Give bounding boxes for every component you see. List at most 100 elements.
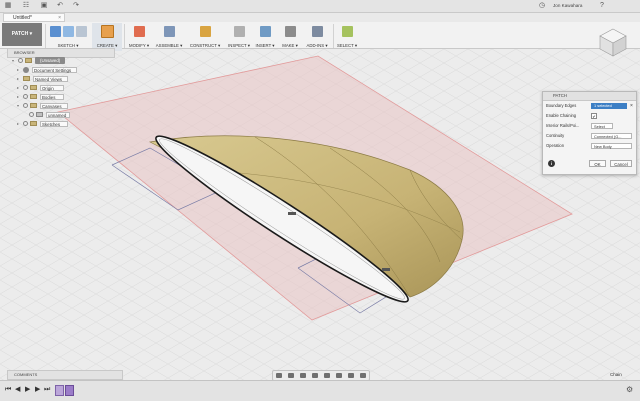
visibility-icon[interactable] <box>23 85 28 91</box>
enable-chaining-label: Enable Chaining <box>546 113 577 118</box>
root-label: (Unsaved) <box>35 57 66 64</box>
finish-sketch-icon <box>62 25 74 37</box>
browser-item-document-settings[interactable]: ▸ Document Settings <box>17 66 77 73</box>
browser-root[interactable]: ▾ (Unsaved) <box>12 57 66 64</box>
interior-rails-select-button[interactable]: Select <box>591 123 613 129</box>
go-to-end-icon[interactable]: ⏭ <box>44 386 50 394</box>
job-status-icon[interactable]: ◷ <box>538 2 546 10</box>
boundary-edges-select-button[interactable]: 1 selected <box>591 103 627 109</box>
look-at-icon[interactable] <box>288 373 294 378</box>
interior-rails-label: Interior Rails/Poi... <box>546 123 580 128</box>
continuity-label: Continuity <box>546 133 565 138</box>
create-menu[interactable]: CREATE ▾ <box>92 23 122 51</box>
title-bar: ▦ ☷ ▣ ↶ ↷ ◷ Jon Kawahara ? <box>0 0 640 13</box>
canvas-icon <box>36 112 43 118</box>
folder-icon <box>23 76 30 82</box>
continuity-dropdown[interactable]: Connected (G... <box>591 133 632 139</box>
operation-dropdown[interactable]: New Body <box>591 143 632 149</box>
visibility-icon[interactable] <box>29 112 34 118</box>
component-icon <box>25 58 32 64</box>
workspace-switcher[interactable]: PATCH ▾ <box>2 23 42 46</box>
viewports-icon[interactable] <box>360 373 366 378</box>
step-forward-icon[interactable]: ▶ <box>35 386 40 394</box>
folder-icon <box>30 94 37 100</box>
timeline-settings-icon[interactable]: ⚙ <box>626 385 633 394</box>
step-back-icon[interactable]: ◀ <box>15 386 20 394</box>
construct-menu-label: CONSTRUCT ▾ <box>189 43 221 48</box>
insert-menu[interactable]: INSERT ▾ <box>254 23 276 51</box>
folder-icon <box>30 103 37 109</box>
browser-item-label: Bodies <box>40 93 64 100</box>
assemble-menu[interactable]: ASSEMBLE ▾ <box>154 23 184 51</box>
undo-icon[interactable]: ↶ <box>56 2 64 10</box>
browser-panel: BROWSER ▾ (Unsaved) ▸ Document Settings ▸ N… <box>7 48 115 130</box>
inspect-menu-label: INSPECT ▾ <box>228 43 250 48</box>
zoom-icon[interactable] <box>312 373 318 378</box>
operation-label: Operation <box>546 143 564 148</box>
enable-chaining-checkbox[interactable]: ✔ <box>591 113 597 119</box>
insert-icon <box>259 25 271 37</box>
select-menu[interactable]: SELECT ▾ <box>335 23 359 51</box>
select-icon <box>341 25 353 37</box>
modify-icon <box>133 25 145 37</box>
grid-settings-icon[interactable] <box>348 373 354 378</box>
user-name[interactable]: Jon Kawahara <box>553 0 582 12</box>
patch-dialog-title[interactable]: PATCH <box>543 92 636 101</box>
addins-menu[interactable]: ADD-INS ▾ <box>303 23 331 51</box>
display-settings-icon[interactable] <box>336 373 342 378</box>
addins-icon <box>311 25 323 37</box>
assemble-icon <box>163 25 175 37</box>
play-icon[interactable]: ▶ <box>25 386 30 394</box>
patch-create-icon <box>100 24 114 38</box>
construct-menu[interactable]: CONSTRUCT ▾ <box>188 23 222 51</box>
visibility-icon[interactable] <box>23 103 28 109</box>
visibility-icon[interactable] <box>18 58 23 64</box>
modify-menu[interactable]: MODIFY ▾ <box>126 23 152 51</box>
construct-icon <box>199 25 211 37</box>
inspect-menu[interactable]: INSPECT ▾ <box>226 23 252 51</box>
browser-item-named-views[interactable]: ▸ Named Views <box>17 75 68 82</box>
save-icon[interactable]: ▣ <box>40 2 48 10</box>
clear-selection-icon[interactable]: × <box>630 102 633 110</box>
timeline-patch-feature-icon[interactable] <box>65 385 74 396</box>
close-tab-icon[interactable]: × <box>58 14 61 23</box>
comments-panel-header[interactable]: COMMENTS <box>7 370 123 380</box>
browser-item-label: unnamed <box>46 111 70 118</box>
visibility-icon[interactable] <box>23 94 28 100</box>
help-icon[interactable]: ? <box>598 2 606 10</box>
pan-icon[interactable] <box>300 373 306 378</box>
continuity-row: Continuity Connected (G... <box>546 132 634 140</box>
view-cube[interactable] <box>597 26 629 58</box>
select-menu-label: SELECT ▾ <box>337 43 357 48</box>
addins-menu-label: ADD-INS ▾ <box>306 43 328 48</box>
cancel-button[interactable]: Cancel <box>610 160 632 167</box>
redo-icon[interactable]: ↷ <box>72 2 80 10</box>
timeline-canvas-feature-icon[interactable] <box>55 385 64 396</box>
go-to-start-icon[interactable]: ⏮ <box>5 386 11 394</box>
document-tab-label: Untitled* <box>13 15 32 21</box>
ok-button[interactable]: OK <box>589 160 606 167</box>
sketch-menu[interactable]: SKETCH ▾ <box>48 23 88 51</box>
boundary-edges-label: Boundary Edges <box>546 103 577 108</box>
boundary-edges-row: Boundary Edges 1 selected × <box>546 102 634 110</box>
browser-item-origin[interactable]: ▸ Origin <box>17 84 64 91</box>
make-menu[interactable]: MAKE ▾ <box>280 23 300 51</box>
data-panel-icon[interactable]: ☷ <box>22 2 30 10</box>
app-menu-icon[interactable]: ▦ <box>4 2 12 10</box>
make-icon <box>284 25 296 37</box>
orbit-icon[interactable] <box>276 373 282 378</box>
document-tab[interactable]: Untitled* × <box>3 13 65 22</box>
browser-item-bodies[interactable]: ▸ Bodies <box>17 93 64 100</box>
zoom-window-icon[interactable] <box>324 373 330 378</box>
modify-menu-label: MODIFY ▾ <box>129 43 149 48</box>
operation-row: Operation New Body <box>546 142 634 150</box>
browser-item-label: Canvases <box>40 102 68 109</box>
stop-sketch-icon <box>75 25 87 37</box>
assemble-menu-label: ASSEMBLE ▾ <box>155 43 183 48</box>
browser-item-canvas-unnamed[interactable]: unnamed <box>29 111 70 118</box>
folder-icon <box>30 121 37 127</box>
info-icon[interactable]: i <box>548 160 555 167</box>
browser-item-canvases[interactable]: ▾ Canvases <box>17 102 68 109</box>
visibility-icon[interactable] <box>23 121 28 127</box>
browser-item-sketches[interactable]: ▸ Sketches <box>17 120 68 127</box>
